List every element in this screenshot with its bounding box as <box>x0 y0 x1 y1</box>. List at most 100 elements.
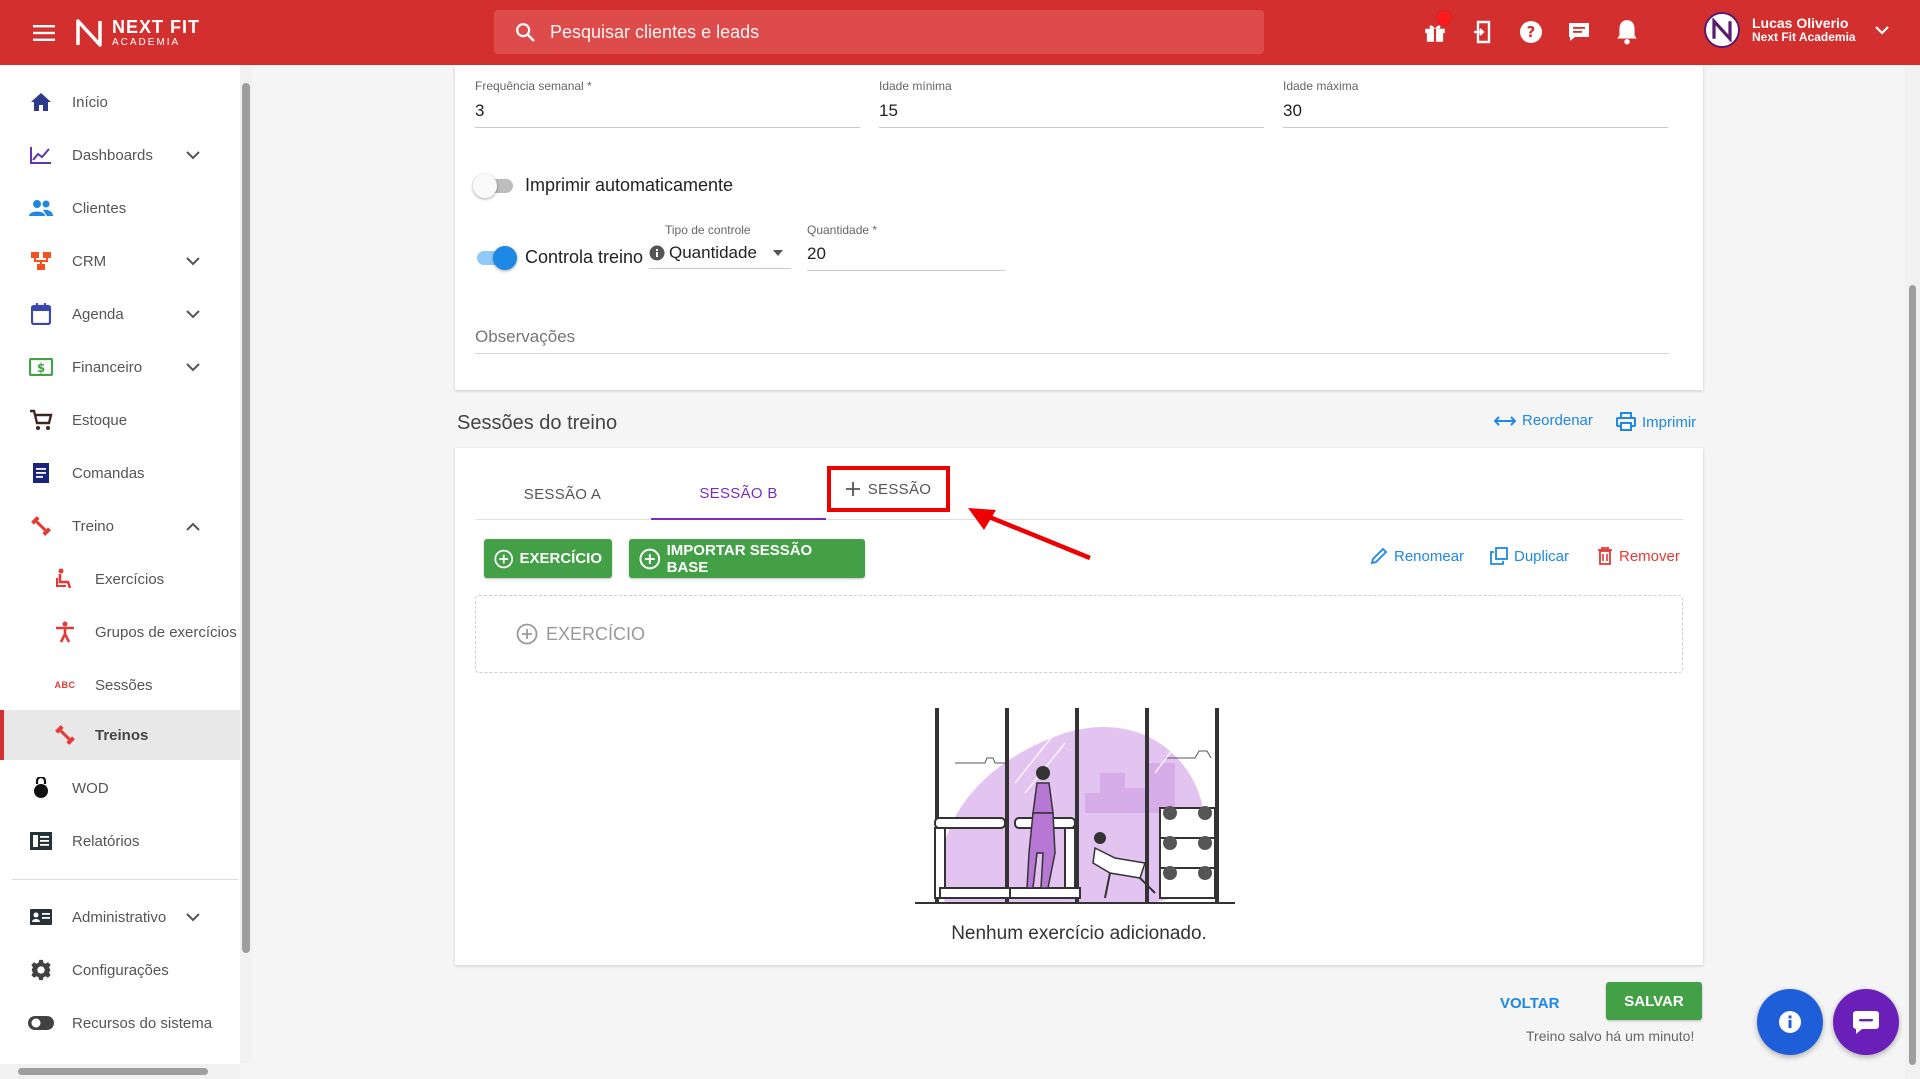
imprimir-automaticamente-label: Imprimir automaticamente <box>525 175 734 195</box>
scrollbar-thumb[interactable] <box>18 1068 208 1075</box>
importar-sessao-base-button[interactable]: IMPORTAR SESSÃO BASE <box>629 539 865 578</box>
idade-maxima-input[interactable]: 30 <box>1283 101 1668 128</box>
gift-icon[interactable] <box>1420 10 1452 52</box>
idade-minima-field[interactable]: Idade mínima 15 <box>879 79 1264 128</box>
info-fab-button[interactable] <box>1757 989 1823 1055</box>
sidebar-item-exercicios[interactable]: Exercícios <box>0 554 240 604</box>
user-menu[interactable]: Lucas Oliverio Next Fit Academia <box>1704 12 1890 48</box>
tab-sessao-a[interactable]: SESSÃO A <box>475 468 650 520</box>
user-org: Next Fit Academia <box>1752 30 1856 45</box>
voltar-button[interactable]: VOLTAR <box>1500 985 1559 1021</box>
training-config-card: Frequência semanal * 3 Idade mínima 15 I… <box>455 65 1703 390</box>
tipo-controle-value: Quantidade <box>669 243 757 262</box>
app-logo[interactable]: NEXT FIT ACADEMIA <box>74 18 200 48</box>
chat-message-icon[interactable] <box>1564 12 1594 52</box>
sidebar-item-financeiro[interactable]: $ Financeiro <box>0 342 240 392</box>
sidebar-item-recursos-sistema[interactable]: Recursos do sistema <box>0 998 240 1048</box>
sidebar-item-grupos-exercicios[interactable]: Grupos de exercícios <box>0 607 240 657</box>
sidebar-item-dashboards[interactable]: Dashboards <box>0 130 240 180</box>
imprimir-button[interactable]: Imprimir <box>1616 412 1696 432</box>
search-icon <box>516 23 535 42</box>
quantidade-input[interactable]: 20 <box>807 244 1005 271</box>
logo-subtitle: ACADEMIA <box>112 36 181 48</box>
trash-icon <box>1598 547 1612 565</box>
sidebar-item-configuracoes[interactable]: Configurações <box>0 945 240 995</box>
salvar-button[interactable]: SALVAR <box>1606 982 1702 1020</box>
printer-icon <box>1616 412 1636 431</box>
plus-icon <box>845 482 860 496</box>
plus-circle-icon <box>494 549 514 568</box>
copy-icon <box>1490 547 1508 565</box>
annotation-arrow-icon <box>968 508 1091 561</box>
sessions-section-title: Sessões do treino <box>457 412 618 434</box>
observacoes-input[interactable]: Observações <box>475 327 1669 354</box>
report-icon <box>28 828 54 854</box>
dumbbell-icon <box>52 722 78 748</box>
chevron-down-icon <box>186 912 200 921</box>
controla-treino-label: Controla treino <box>525 247 644 267</box>
abc-icon: ABC <box>54 680 76 690</box>
add-session-tab[interactable]: SESSÃO <box>827 466 950 512</box>
crm-hierarchy-icon <box>28 248 54 274</box>
chat-fab-button[interactable] <box>1833 989 1899 1055</box>
quantidade-field[interactable]: Quantidade * 20 <box>807 223 1005 271</box>
duplicar-button[interactable]: Duplicar <box>1490 547 1569 565</box>
controla-treino-toggle[interactable] <box>477 245 517 270</box>
sidebar-item-agenda[interactable]: Agenda <box>0 289 240 339</box>
sidebar-item-treino[interactable]: Treino <box>0 501 240 551</box>
idade-maxima-field[interactable]: Idade máxima 30 <box>1283 79 1668 128</box>
sidebar-item-crm[interactable]: CRM <box>0 236 240 286</box>
sidebar-item-treinos[interactable]: Treinos <box>0 710 240 760</box>
renomear-button[interactable]: Renomear <box>1370 547 1464 565</box>
idade-minima-input[interactable]: 15 <box>879 101 1264 128</box>
help-icon[interactable]: ? <box>1516 12 1546 52</box>
bell-icon[interactable] <box>1612 12 1642 52</box>
sidebar-item-estoque[interactable]: Estoque <box>0 395 240 445</box>
info-icon[interactable] <box>649 245 665 261</box>
chevron-down-icon <box>186 150 200 159</box>
sidebar-horizontal-scrollbar[interactable] <box>0 1064 240 1079</box>
sidebar-item-wod[interactable]: WOD <box>0 763 240 813</box>
observacoes-field[interactable]: Observações <box>475 327 1669 354</box>
sidebar-item-inicio[interactable]: Início <box>0 77 240 127</box>
scrollbar-thumb[interactable] <box>242 83 250 953</box>
notification-dot <box>1436 10 1452 26</box>
plus-circle-icon <box>639 548 661 569</box>
pencil-icon <box>1370 547 1388 565</box>
search-bar[interactable] <box>494 10 1264 54</box>
exercise-dropzone[interactable]: EXERCÍCIO <box>475 595 1683 673</box>
reordenar-button[interactable]: Reordenar <box>1494 412 1593 429</box>
money-icon: $ <box>28 354 54 380</box>
kettlebell-icon <box>28 775 54 801</box>
svg-text:?: ? <box>1527 23 1536 41</box>
sidebar-item-relatorios[interactable]: Relatórios <box>0 816 240 866</box>
remover-button[interactable]: Remover <box>1597 547 1680 565</box>
top-bar: NEXT FIT ACADEMIA ? Lucas Oliverio N <box>0 0 1920 65</box>
empty-state-text: Nenhum exercício adicionado. <box>951 923 1207 944</box>
tab-sessao-b[interactable]: SESSÃO B <box>651 468 826 520</box>
page-vertical-scrollbar[interactable] <box>1905 65 1920 1079</box>
tipo-controle-select[interactable]: Tipo de controle Quantidade <box>649 223 791 269</box>
svg-text:$: $ <box>37 361 45 375</box>
sidebar-item-sessoes[interactable]: ABC Sessões <box>0 660 240 710</box>
sidebar-item-clientes[interactable]: Clientes <box>0 183 240 233</box>
sidebar-vertical-scrollbar[interactable] <box>240 65 252 1063</box>
body-figure-icon <box>52 619 78 645</box>
dumbbell-icon <box>28 513 54 539</box>
chevron-down-icon <box>186 309 200 318</box>
search-input[interactable] <box>550 21 1150 43</box>
add-exercicio-button[interactable]: EXERCÍCIO <box>484 539 612 578</box>
exit-door-icon[interactable] <box>1468 12 1498 52</box>
id-card-icon <box>28 904 54 930</box>
menu-icon[interactable] <box>22 11 66 55</box>
sidebar-item-comandas[interactable]: Comandas <box>0 448 240 498</box>
frequencia-semanal-input[interactable]: 3 <box>475 101 860 128</box>
scrollbar-thumb[interactable] <box>1909 285 1916 1065</box>
imprimir-automaticamente-toggle[interactable] <box>473 173 513 198</box>
info-icon <box>1779 1011 1801 1033</box>
plus-circle-icon <box>516 623 538 645</box>
chart-line-icon <box>28 142 54 168</box>
avatar <box>1704 12 1740 48</box>
frequencia-semanal-field[interactable]: Frequência semanal * 3 <box>475 79 860 128</box>
sidebar-item-administrativo[interactable]: Administrativo <box>0 892 240 942</box>
